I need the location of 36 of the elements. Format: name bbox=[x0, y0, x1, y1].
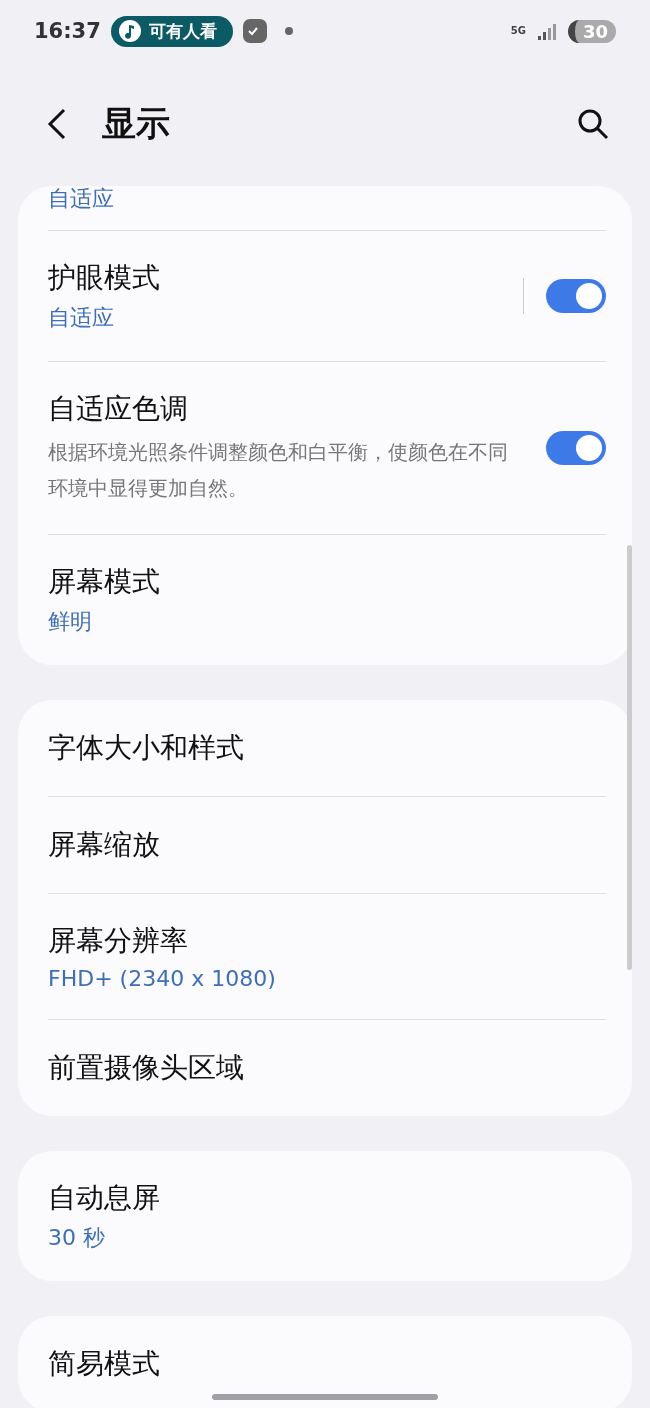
item-title: 护眼模式 bbox=[48, 260, 161, 296]
item-value: FHD+ (2340 x 1080) bbox=[48, 966, 277, 991]
item-title: 自适应色调 bbox=[48, 391, 189, 427]
item-value: 自适应 bbox=[48, 186, 114, 212]
settings-item[interactable]: 自动息屏 30 秒 bbox=[48, 1151, 606, 1281]
item-description: 根据环境光照条件调整颜色和白平衡，使颜色在不同环境中显得更加自然。 bbox=[48, 439, 509, 502]
toggle-switch[interactable] bbox=[546, 431, 606, 465]
item-title: 字体大小和样式 bbox=[48, 730, 245, 766]
settings-item[interactable]: 自适应色调 根据环境光照条件调整颜色和白平衡，使颜色在不同环境中显得更加自然。 bbox=[48, 361, 606, 534]
item-value: 自适应 bbox=[48, 304, 115, 332]
status-time: 16:37 bbox=[34, 19, 101, 43]
settings-item[interactable]: 屏幕分辨率 FHD+ (2340 x 1080) bbox=[48, 893, 606, 1019]
media-notification-chip[interactable]: 可有人看 bbox=[110, 15, 233, 47]
settings-item[interactable]: 屏幕模式 鲜明 bbox=[48, 534, 606, 665]
item-title: 前置摄像头区域 bbox=[48, 1050, 245, 1086]
page-title: 显示 bbox=[102, 102, 171, 145]
notification-dot bbox=[284, 27, 293, 35]
item-title: 屏幕缩放 bbox=[48, 827, 161, 863]
music-note-icon bbox=[118, 20, 141, 42]
settings-item[interactable]: 前置摄像头区域 bbox=[48, 1019, 606, 1116]
item-value: 鲜明 bbox=[48, 608, 93, 636]
item-title: 屏幕分辨率 bbox=[48, 923, 189, 959]
toggle-switch[interactable] bbox=[546, 279, 606, 313]
item-value: 30 秒 bbox=[48, 1224, 106, 1252]
item-title: 自动息屏 bbox=[48, 1180, 161, 1216]
search-icon[interactable] bbox=[576, 107, 610, 141]
settings-item[interactable]: 护眼模式 自适应 bbox=[48, 230, 606, 361]
battery-level: 30 bbox=[567, 19, 616, 43]
settings-item[interactable]: 屏幕缩放 bbox=[48, 796, 606, 893]
app-icon bbox=[242, 19, 267, 43]
network-label: 5G bbox=[510, 26, 526, 36]
signal-icon bbox=[535, 21, 558, 41]
item-title: 简易模式 bbox=[48, 1346, 161, 1382]
settings-item[interactable]: 字体大小和样式 bbox=[48, 700, 606, 796]
item-title: 屏幕模式 bbox=[48, 564, 161, 600]
settings-item[interactable]: 简易模式 bbox=[48, 1316, 606, 1408]
